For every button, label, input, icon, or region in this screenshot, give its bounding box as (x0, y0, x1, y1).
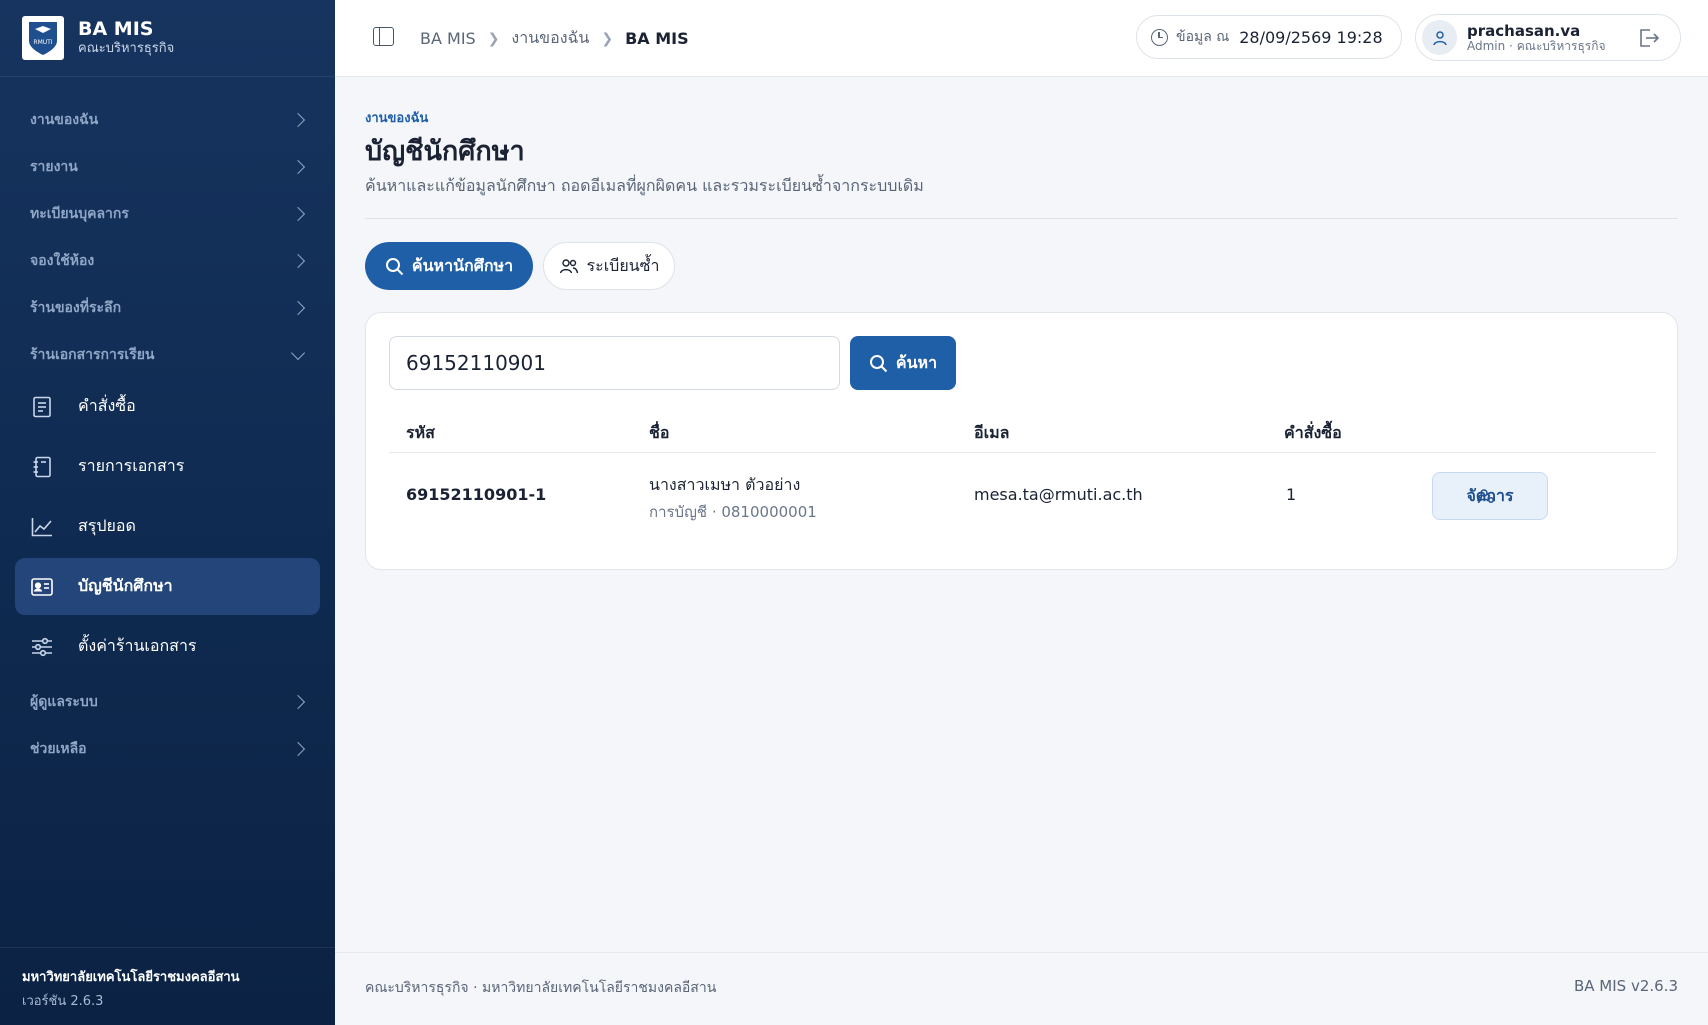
divider (365, 218, 1678, 219)
chevron-right-icon (290, 253, 306, 268)
version-label: เวอร์ชัน 2.6.3 (22, 994, 104, 1009)
rmuti-logo: RMUTI (22, 16, 64, 60)
chevron-right-icon (290, 159, 306, 174)
manage-button[interactable]: จัดการ (1432, 472, 1548, 520)
nav-group-label: ร้านของที่ระลึก (30, 299, 122, 316)
nav-group-label: ทะเบียนบุคลากร (30, 205, 129, 222)
user-menu[interactable]: prachasan.va Admin · คณะบริหารธุรกิจ (1415, 14, 1681, 61)
chevron-right-icon (290, 300, 306, 315)
tab-duplicate-records[interactable]: ระเบียนซ้ำ (543, 242, 675, 290)
sidebar-nav: งานของฉัน รายงาน ทะเบียนบุคลากร จองใช้ห้… (0, 77, 335, 772)
footer-institution: คณะบริหารธุรกิจ · มหาวิทยาลัยเทคโนโลยีรา… (365, 980, 717, 996)
sidebar-item-label: ตั้งค่าร้านเอกสาร (78, 636, 197, 655)
id-card-icon (30, 575, 54, 599)
student-email: mesa.ta@rmuti.ac.th (974, 485, 1143, 504)
topbar: BA MIS ❯ งานของฉัน ❯ BA MIS ข้อมูล ณ 28/… (335, 0, 1708, 77)
column-header-name: ชื่อ (649, 423, 670, 442)
chevron-right-icon (290, 112, 306, 127)
brand[interactable]: RMUTI BA MIS คณะบริหารธุรกิจ (0, 0, 335, 77)
nav-group-my-work[interactable]: งานของฉัน (0, 96, 335, 143)
tab-search-students[interactable]: ค้นหานักศึกษา (365, 242, 533, 290)
sidebar-item-documents[interactable]: รายการเอกสาร (15, 438, 320, 495)
search-button-label: ค้นหา (895, 352, 938, 372)
page-eyebrow: งานของฉัน (365, 111, 429, 126)
order-count: 1 (1286, 485, 1297, 504)
sidebar: RMUTI BA MIS คณะบริหารธุรกิจ งานของฉัน ร… (0, 0, 335, 1025)
chevron-right-icon (290, 694, 306, 709)
timestamp-value: 28/09/2569 19:28 (1239, 27, 1383, 47)
student-search-input[interactable] (389, 336, 840, 390)
nav-group-help[interactable]: ช่วยเหลือ (0, 725, 335, 772)
user-name: prachasan.va (1467, 21, 1581, 40)
search-button[interactable]: ค้นหา (850, 336, 956, 390)
breadcrumb-current: BA MIS (625, 29, 689, 48)
nav-group-label: รายงาน (30, 158, 78, 175)
tab-label: ระเบียนซ้ำ (586, 255, 660, 275)
sidebar-item-label: บัญชีนักศึกษา (78, 576, 173, 595)
clock-icon (1151, 28, 1168, 46)
nav-group-personnel[interactable]: ทะเบียนบุคลากร (0, 190, 335, 237)
search-icon (869, 354, 888, 373)
search-icon (385, 257, 404, 276)
sidebar-toggle-icon[interactable] (373, 27, 394, 46)
university-name: มหาวิทยาลัยเทคโนโลยีราชมงคลอีสาน (22, 970, 240, 985)
breadcrumb: BA MIS ❯ งานของฉัน ❯ BA MIS (420, 26, 689, 51)
sidebar-item-label: รายการเอกสาร (78, 456, 185, 475)
nav-group-label: ร้านเอกสารการเรียน (30, 346, 155, 363)
receipt-icon (30, 395, 54, 419)
sidebar-item-shop-settings[interactable]: ตั้งค่าร้านเอกสาร (15, 618, 320, 675)
footer-version: BA MIS v2.6.3 (1573, 977, 1678, 995)
chevron-right-icon: ❯ (601, 30, 614, 47)
table-row: 69152110901-1 นางสาวเมษา ตัวอย่าง การบัญ… (389, 454, 1656, 538)
brand-title: BA MIS (78, 18, 154, 40)
user-avatar-icon (1422, 20, 1457, 55)
sidebar-item-label: คำสั่งซื้อ (78, 396, 136, 415)
main-content: งานของฉัน บัญชีนักศึกษา ค้นหาและแก้ข้อมู… (335, 77, 1708, 952)
chart-line-icon (30, 515, 54, 539)
users-icon (559, 258, 579, 274)
user-role: Admin · คณะบริหารธุรกิจ (1467, 38, 1606, 53)
nav-group-label: ผู้ดูแลระบบ (30, 693, 98, 710)
page-footer: คณะบริหารธุรกิจ · มหาวิทยาลัยเทคโนโลยีรา… (335, 952, 1708, 1025)
page-title: บัญชีนักศึกษา (365, 136, 525, 167)
book-icon (30, 455, 54, 479)
nav-group-souvenir-shop[interactable]: ร้านของที่ระลึก (0, 284, 335, 331)
chevron-down-icon (290, 345, 306, 360)
nav-group-document-shop[interactable]: ร้านเอกสารการเรียน (0, 331, 335, 378)
nav-group-label: งานของฉัน (30, 111, 99, 128)
student-name: นางสาวเมษา ตัวอย่าง (649, 475, 801, 494)
nav-group-room-booking[interactable]: จองใช้ห้อง (0, 237, 335, 284)
nav-group-label: ช่วยเหลือ (30, 740, 87, 757)
sidebar-item-label: สรุปยอด (78, 516, 136, 535)
sidebar-item-summary[interactable]: สรุปยอด (15, 498, 320, 555)
manage-button-label: จัดการ (1466, 485, 1514, 505)
tab-label: ค้นหานักศึกษา (411, 255, 514, 275)
sidebar-footer: มหาวิทยาลัยเทคโนโลยีราชมงคลอีสาน เวอร์ชั… (0, 947, 335, 1025)
page-description: ค้นหาและแก้ข้อมูลนักศึกษา ถอดอีเมลที่ผูก… (365, 176, 924, 195)
breadcrumb-item[interactable]: BA MIS (420, 29, 476, 48)
nav-group-admin[interactable]: ผู้ดูแลระบบ (0, 678, 335, 725)
sliders-icon (30, 635, 54, 659)
timestamp-label: ข้อมูล ณ (1176, 29, 1230, 45)
search-card: ค้นหา รหัส ชื่อ อีเมล คำสั่งซื้อ 6915211… (365, 312, 1678, 570)
nav-group-reports[interactable]: รายงาน (0, 143, 335, 190)
column-header-email: อีเมล (974, 423, 1010, 442)
student-program: การบัญชี · 0810000001 (649, 503, 817, 521)
brand-subtitle: คณะบริหารธุรกิจ (78, 41, 175, 56)
chevron-right-icon (290, 206, 306, 221)
logo-text: RMUTI (33, 39, 52, 46)
table-header: รหัส ชื่อ อีเมล คำสั่งซื้อ (389, 413, 1656, 453)
breadcrumb-item[interactable]: งานของฉัน (511, 26, 589, 51)
logout-icon[interactable] (1638, 28, 1660, 52)
nav-group-label: จองใช้ห้อง (30, 252, 95, 269)
column-header-code: รหัส (406, 423, 435, 442)
student-code: 69152110901-1 (406, 485, 547, 504)
sidebar-item-orders[interactable]: คำสั่งซื้อ (15, 378, 320, 435)
sidebar-item-student-accounts[interactable]: บัญชีนักศึกษา (15, 558, 320, 615)
chevron-right-icon (290, 741, 306, 756)
chevron-right-icon: ❯ (487, 30, 500, 47)
data-timestamp: ข้อมูล ณ 28/09/2569 19:28 (1136, 15, 1402, 59)
column-header-orders: คำสั่งซื้อ (1284, 423, 1342, 442)
